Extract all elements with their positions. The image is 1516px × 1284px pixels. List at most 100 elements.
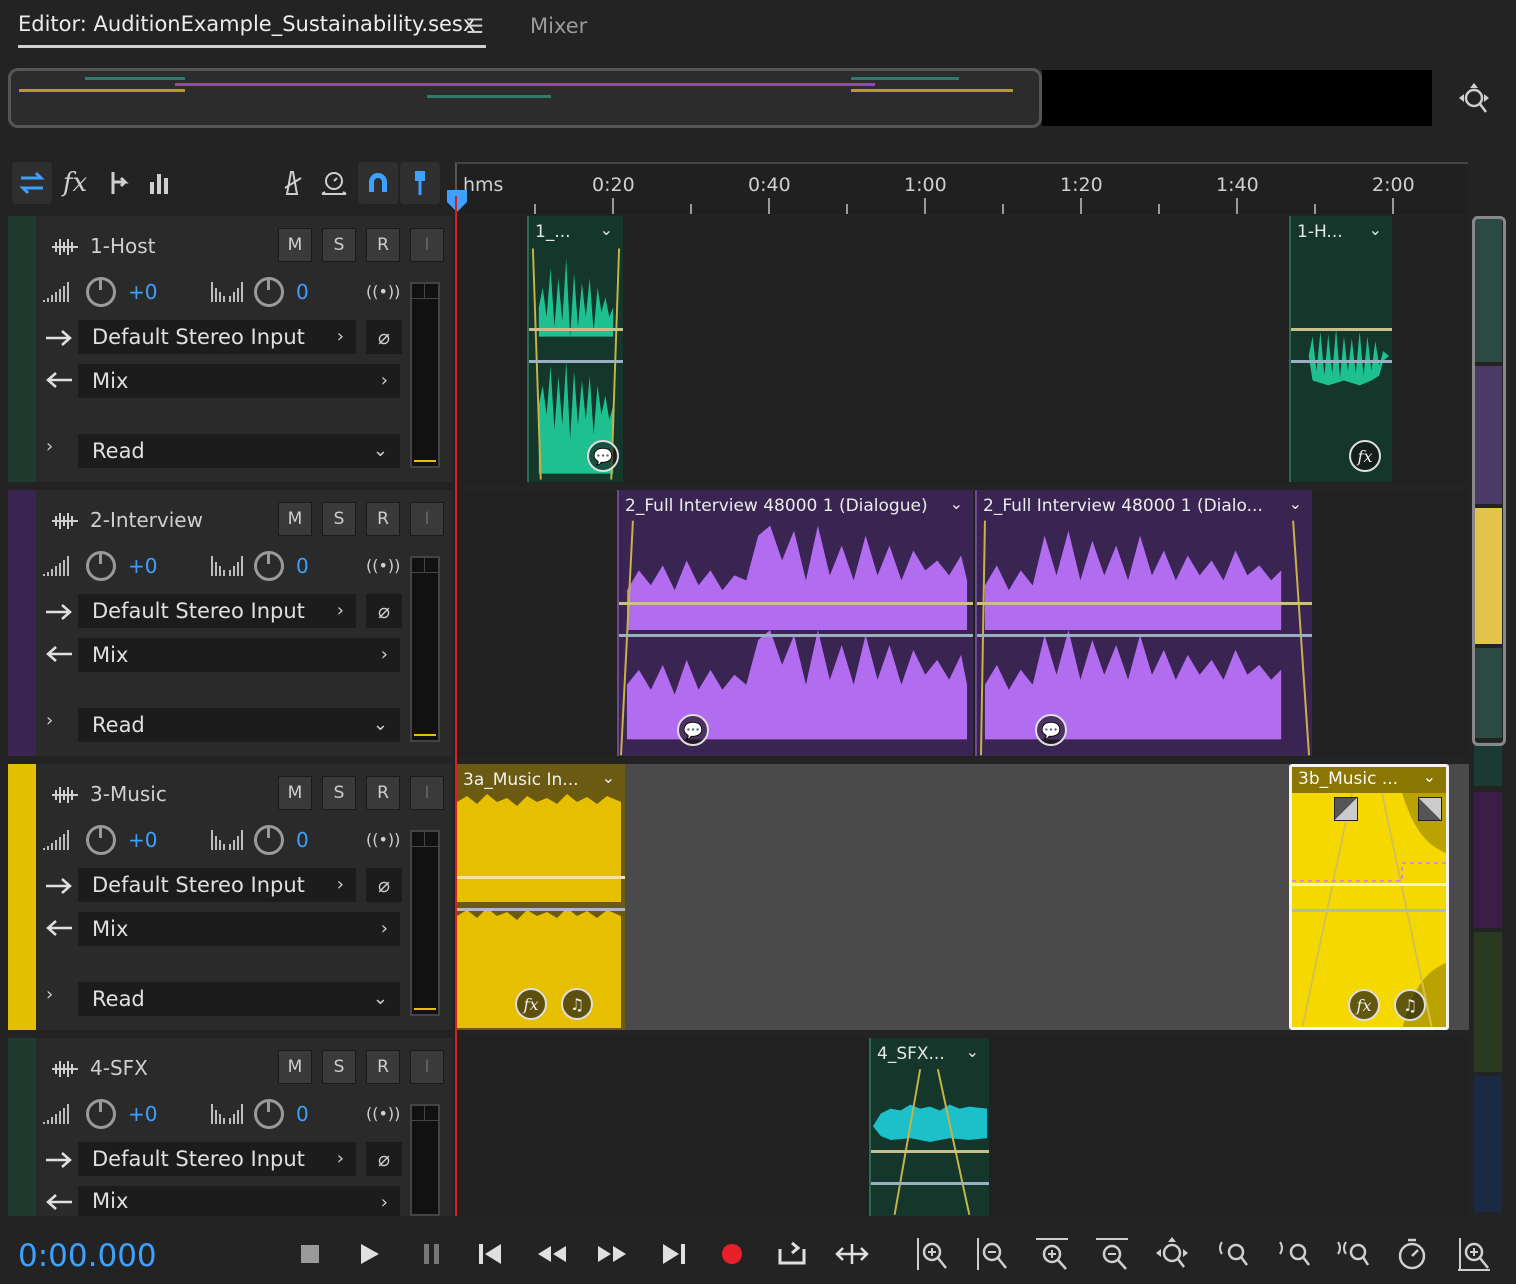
pan-knob[interactable] <box>254 277 284 307</box>
pan-value[interactable]: 0 <box>296 280 309 304</box>
loop-playback-button[interactable] <box>774 1236 810 1272</box>
solo-button[interactable]: S <box>322 1050 356 1084</box>
session-overview[interactable] <box>8 68 1042 128</box>
playhead-line[interactable] <box>455 196 457 1216</box>
pan-value[interactable]: 0 <box>296 554 309 578</box>
inputs-outputs-toggle-icon[interactable] <box>12 162 52 204</box>
clip-fx-badge-icon[interactable]: fx <box>1349 440 1381 472</box>
track-output-select[interactable]: Mix › <box>78 364 400 398</box>
expand-track-chevron-icon[interactable]: › <box>46 710 53 731</box>
volume-envelope[interactable] <box>457 876 625 879</box>
clip-fx-badge-icon[interactable]: fx <box>515 988 547 1020</box>
track-name[interactable]: 1-Host <box>90 234 155 258</box>
go-to-end-button[interactable] <box>656 1236 692 1272</box>
clip-menu-chevron-icon[interactable]: ⌄ <box>950 494 963 513</box>
volume-knob[interactable] <box>86 1099 116 1129</box>
stop-button[interactable] <box>292 1236 328 1272</box>
eq-toggle-icon[interactable] <box>140 162 180 204</box>
clip-music-b-selected[interactable]: 3b_Music ... ⌄ fx ♫ <box>1289 764 1449 1030</box>
solo-button[interactable]: S <box>322 228 356 262</box>
volume-envelope[interactable] <box>619 602 973 605</box>
phase-invert-icon[interactable]: ⌀ <box>366 594 402 628</box>
tab-editor[interactable]: Editor: AuditionExample_Sustainability.s… <box>18 12 475 36</box>
rewind-button[interactable] <box>534 1236 570 1272</box>
phase-invert-icon[interactable]: ⌀ <box>366 1142 402 1176</box>
zoom-in-full-icon[interactable] <box>1456 1236 1492 1272</box>
vertical-scroll-thumb[interactable] <box>1472 216 1506 746</box>
expand-track-chevron-icon[interactable]: › <box>46 984 53 1005</box>
pan-envelope[interactable] <box>977 634 1312 637</box>
tab-mixer[interactable]: Mixer <box>530 14 587 38</box>
pan-envelope[interactable] <box>871 1182 989 1185</box>
pan-envelope[interactable] <box>529 360 623 363</box>
fade-out-handle-icon[interactable] <box>1418 797 1442 821</box>
automation-mode-select[interactable]: Read ⌄ <box>78 434 400 468</box>
clip-interview-b[interactable]: 2_Full Interview 48000 1 (Dialo... ⌄ 💬 <box>975 490 1312 756</box>
volume-envelope[interactable] <box>529 328 623 331</box>
pan-value[interactable]: 0 <box>296 1102 309 1126</box>
pan-envelope[interactable] <box>1292 909 1446 912</box>
phase-invert-icon[interactable]: ⌀ <box>366 868 402 902</box>
pan-envelope[interactable] <box>457 908 625 911</box>
input-monitor-button[interactable]: I <box>410 776 444 810</box>
phase-invert-icon[interactable]: ⌀ <box>366 320 402 354</box>
timeline-ruler[interactable]: hms 0:20 0:40 1:00 1:20 1:40 2:00 <box>447 162 1468 214</box>
vertical-track-navigator[interactable] <box>1472 216 1506 1212</box>
stereo-broadcast-icon[interactable]: ((•)) <box>366 1104 400 1123</box>
input-monitor-button[interactable]: I <box>410 502 444 536</box>
track-input-select[interactable]: Default Stereo Input › <box>78 594 356 628</box>
mute-button[interactable]: M <box>278 502 312 536</box>
volume-envelope[interactable] <box>1291 328 1392 331</box>
volume-envelope[interactable] <box>871 1150 989 1153</box>
track-input-select[interactable]: Default Stereo Input › <box>78 868 356 902</box>
metronome-icon[interactable] <box>272 162 312 204</box>
clip-interview-a[interactable]: 2_Full Interview 48000 1 (Dialogue) ⌄ 💬 <box>617 490 973 756</box>
clip-menu-chevron-icon[interactable]: ⌄ <box>602 768 615 787</box>
volume-value[interactable]: +0 <box>128 554 157 578</box>
stereo-broadcast-icon[interactable]: ((•)) <box>366 282 400 301</box>
comment-badge-icon[interactable]: 💬 <box>587 440 619 472</box>
track-name[interactable]: 4-SFX <box>90 1056 148 1080</box>
track-name[interactable]: 2-Interview <box>90 508 203 532</box>
stereo-broadcast-icon[interactable]: ((•)) <box>366 556 400 575</box>
track-output-select[interactable]: Mix › <box>78 638 400 672</box>
clip-menu-chevron-icon[interactable]: ⌄ <box>1369 220 1382 239</box>
current-time-display[interactable]: 0:00.000 <box>18 1238 157 1274</box>
clip-music-a[interactable]: 3a_Music In... ⌄ fx ♫ <box>457 764 625 1030</box>
volume-envelope[interactable] <box>1292 883 1446 886</box>
automation-mode-select[interactable]: Read ⌄ <box>78 982 400 1016</box>
music-note-badge-icon[interactable]: ♫ <box>1394 989 1426 1021</box>
clip-menu-chevron-icon[interactable]: ⌄ <box>966 1042 979 1061</box>
track-output-select[interactable]: Mix › <box>78 912 400 946</box>
zoom-to-selection-in-icon[interactable] <box>1214 1236 1250 1272</box>
zoom-to-selection-out-icon[interactable] <box>1276 1236 1312 1272</box>
automation-mode-select[interactable]: Read ⌄ <box>78 708 400 742</box>
pan-envelope[interactable] <box>619 634 973 637</box>
record-arm-button[interactable]: R <box>366 502 400 536</box>
record-arm-button[interactable]: R <box>366 1050 400 1084</box>
mute-button[interactable]: M <box>278 776 312 810</box>
clip-fx-badge-icon[interactable]: fx <box>1348 989 1380 1021</box>
clip-menu-chevron-icon[interactable]: ⌄ <box>1423 767 1436 786</box>
pan-value[interactable]: 0 <box>296 828 309 852</box>
fade-in-handle-icon[interactable] <box>1334 797 1358 821</box>
mute-button[interactable]: M <box>278 228 312 262</box>
mute-button[interactable]: M <box>278 1050 312 1084</box>
auto-scroll-marker-icon[interactable] <box>400 162 440 204</box>
zoom-out-amplitude-icon[interactable] <box>974 1236 1010 1272</box>
zoom-to-time-icon[interactable] <box>1394 1236 1430 1272</box>
pan-knob[interactable] <box>254 825 284 855</box>
zoom-in-amplitude-icon[interactable] <box>914 1236 950 1272</box>
track-name[interactable]: 3-Music <box>90 782 167 806</box>
zoom-out-time-icon[interactable] <box>1094 1236 1130 1272</box>
clip-host-b[interactable]: 1-H... ⌄ fx <box>1289 216 1392 482</box>
effects-toggle-icon[interactable]: fx <box>55 162 95 204</box>
input-monitor-button[interactable]: I <box>410 228 444 262</box>
volume-value[interactable]: +0 <box>128 280 157 304</box>
volume-envelope[interactable] <box>977 602 1312 605</box>
comment-badge-icon[interactable]: 💬 <box>1035 714 1067 746</box>
zoom-navigator-icon[interactable] <box>1456 82 1492 118</box>
zoom-selection-icon[interactable] <box>1334 1236 1370 1272</box>
volume-value[interactable]: +0 <box>128 828 157 852</box>
pan-envelope[interactable] <box>1291 360 1392 363</box>
